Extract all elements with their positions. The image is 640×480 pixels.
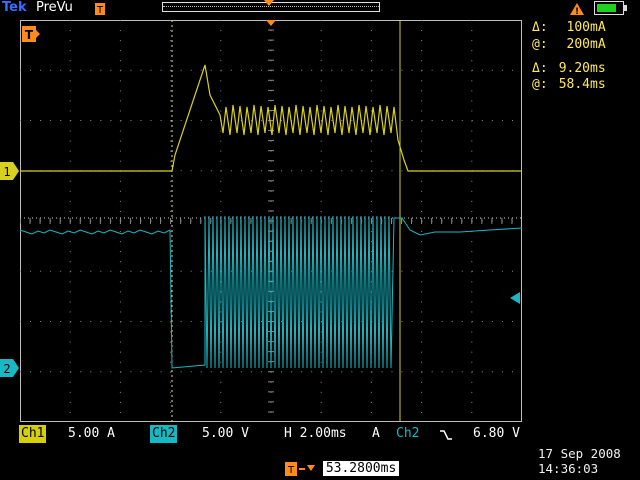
- svg-text:T: T: [25, 28, 34, 42]
- trigger-position-readout[interactable]: T 53.2800ms: [285, 461, 400, 479]
- warning-icon: !: [570, 3, 584, 16]
- ch2-scale[interactable]: 5.00 V: [202, 425, 249, 443]
- trigger-time-marker[interactable]: T: [22, 26, 40, 42]
- trigger-position-icon: T: [95, 3, 105, 15]
- brand-logo: Tek: [2, 0, 27, 15]
- svg-text:T: T: [96, 5, 104, 15]
- svg-text:2: 2: [3, 362, 10, 376]
- timestamp: 17 Sep 2008 14:36:03: [538, 446, 621, 476]
- cursor-current-delta: Δ: 100mA: [532, 20, 606, 35]
- record-trigger-marker-icon: [264, 0, 274, 6]
- battery-icon: [594, 1, 627, 15]
- status-bar: Tek PreVu T !: [0, 0, 640, 18]
- waveform-display[interactable]: [20, 20, 522, 422]
- svg-text:T: T: [287, 465, 295, 476]
- svg-text:1: 1: [3, 165, 10, 179]
- cursor-current-position: @: 200mA: [532, 37, 606, 52]
- falling-edge-icon: [440, 430, 452, 440]
- date-text: 17 Sep 2008: [538, 446, 621, 461]
- ch2-marker[interactable]: 2: [0, 359, 20, 377]
- ch1-scale[interactable]: 5.00 A: [68, 425, 115, 443]
- trigger-level[interactable]: 6.80 V: [473, 425, 520, 443]
- svg-text:!: !: [575, 7, 579, 16]
- trigger-position-value: 53.2800ms: [322, 461, 400, 476]
- horizontal-scale[interactable]: H 2.00ms: [284, 425, 347, 443]
- ch2-label[interactable]: Ch2: [150, 425, 178, 443]
- trigger-mode[interactable]: A: [372, 425, 380, 443]
- trigger-offset-icon: T: [285, 461, 315, 476]
- acquisition-mode: PreVu: [36, 0, 73, 15]
- trigger-source[interactable]: Ch2: [394, 425, 421, 443]
- ch1-marker[interactable]: 1: [0, 162, 20, 180]
- time-text: 14:36:03: [538, 461, 599, 476]
- cursor-time-position: @: 58.4ms: [532, 77, 606, 92]
- ch1-label[interactable]: Ch1: [19, 425, 47, 443]
- record-length-bar: [162, 0, 380, 12]
- cursor-time-delta: Δ: 9.20ms: [532, 61, 606, 76]
- trigger-level-arrow-icon[interactable]: [510, 292, 522, 304]
